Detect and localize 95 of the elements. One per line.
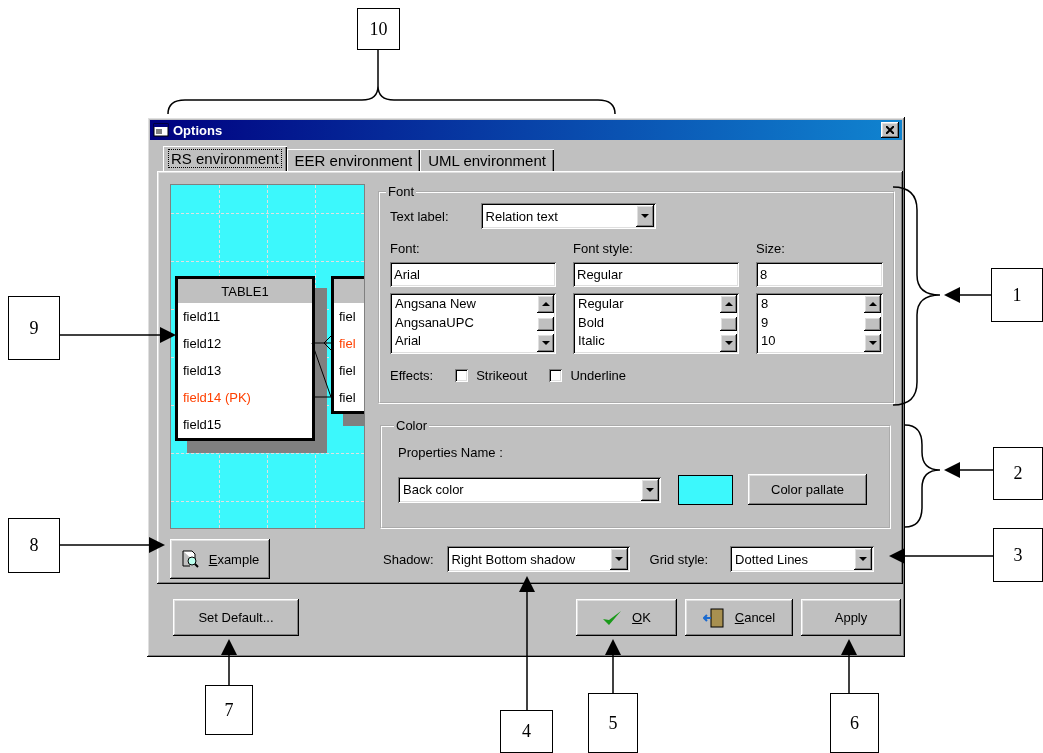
- down-triangle-icon: [614, 557, 623, 561]
- dropdown-field[interactable]: Dotted Lines: [730, 546, 875, 572]
- callout-number: 1: [991, 268, 1043, 322]
- down-triangle-icon: [868, 341, 877, 345]
- scroll-down-button[interactable]: [537, 334, 554, 352]
- field-label: Size:: [756, 241, 786, 256]
- callout-number: 3: [993, 528, 1043, 582]
- group-title: Color: [395, 418, 429, 433]
- scroll-thumb[interactable]: [537, 316, 554, 331]
- table-header: [334, 279, 364, 303]
- table-field: field14 (PK): [178, 384, 312, 411]
- list-box[interactable]: Regular Bold Italic: [573, 293, 739, 354]
- color-swatch[interactable]: [678, 474, 733, 505]
- field-label: Font style:: [573, 241, 634, 256]
- list-item[interactable]: 10: [761, 332, 864, 351]
- field-label: Grid style:: [649, 551, 709, 567]
- tab[interactable]: UML environment: [420, 149, 554, 171]
- up-triangle-icon: [724, 302, 733, 306]
- table-field: fiel: [334, 357, 364, 384]
- close-button[interactable]: [881, 122, 899, 138]
- list-item[interactable]: Regular: [578, 295, 720, 314]
- input-field[interactable]: 8: [756, 262, 883, 287]
- down-triangle-icon: [541, 341, 550, 345]
- window-icon: [153, 123, 169, 137]
- callout-number: 5: [588, 693, 638, 753]
- arrow: [841, 639, 857, 694]
- table-field: field12: [178, 330, 312, 357]
- down-triangle-icon: [859, 557, 868, 561]
- window-title: Options: [173, 122, 224, 138]
- list-item[interactable]: Bold: [578, 313, 720, 332]
- down-triangle-icon: [724, 341, 733, 345]
- callout-number: 4: [500, 710, 553, 753]
- table-field: fiel: [334, 384, 364, 411]
- scroll-up-button[interactable]: [720, 295, 737, 313]
- list-item[interactable]: 8: [761, 295, 864, 314]
- up-triangle-icon: [541, 302, 550, 306]
- callout-number: 8: [8, 518, 60, 573]
- ok-button[interactable]: OK: [576, 599, 677, 636]
- list-item[interactable]: Angsana New: [395, 295, 537, 314]
- checkbox-label: Strikeout: [476, 368, 528, 383]
- dialog-button[interactable]: Apply: [801, 599, 901, 636]
- down-triangle-icon: [640, 214, 649, 218]
- checkbox[interactable]: [549, 369, 563, 382]
- dropdown-field[interactable]: Back color: [398, 476, 661, 503]
- list-item[interactable]: 9: [761, 313, 864, 332]
- callout-number: 10: [357, 8, 400, 50]
- callout-number: 7: [205, 685, 253, 735]
- input-field[interactable]: Arial: [390, 262, 556, 287]
- list-item[interactable]: Arial: [395, 332, 537, 351]
- dropdown-field[interactable]: Right Bottom shadow: [446, 546, 630, 572]
- table-field: field15: [178, 411, 312, 438]
- list-box[interactable]: Angsana New AngsanaUPC Arial: [390, 293, 556, 354]
- checkmark-icon: [602, 608, 623, 627]
- field-label: Font:: [390, 241, 421, 256]
- tab[interactable]: EER environment: [286, 149, 421, 171]
- field-label: Properties Name :: [398, 445, 504, 460]
- field-label: Shadow:: [383, 551, 434, 567]
- callout-number: 6: [830, 693, 879, 753]
- input-field[interactable]: Regular: [573, 262, 739, 287]
- checkbox[interactable]: [455, 369, 469, 382]
- scroll-down-button[interactable]: [864, 334, 881, 352]
- cancel-button[interactable]: Cancel: [685, 599, 793, 636]
- scroll-thumb[interactable]: [720, 316, 737, 331]
- table-field: field13: [178, 357, 312, 384]
- example-button[interactable]: Example: [170, 539, 270, 579]
- door-icon: [702, 607, 725, 628]
- arrow: [221, 639, 237, 686]
- arrow: [944, 287, 992, 303]
- list-item[interactable]: Italic: [578, 332, 720, 351]
- checkbox-label: Underline: [570, 368, 627, 383]
- dialog-button[interactable]: Set Default...: [173, 599, 299, 636]
- magnifier-page-icon: [180, 550, 199, 568]
- list-item[interactable]: AngsanaUPC: [395, 313, 537, 332]
- arrow: [944, 462, 994, 478]
- field-label: Text label:: [390, 208, 449, 224]
- scroll-up-button[interactable]: [537, 295, 554, 313]
- dropdown-field[interactable]: Relation text: [480, 203, 656, 229]
- list-box[interactable]: 8 9 10: [756, 293, 883, 354]
- tab[interactable]: RS environment: [163, 146, 287, 171]
- table-title: TABLE1: [221, 283, 269, 299]
- group-title: Font: [387, 184, 415, 199]
- arrow: [605, 639, 621, 694]
- scroll-thumb[interactable]: [864, 316, 881, 331]
- up-triangle-icon: [868, 302, 877, 306]
- table-field: field11: [178, 303, 312, 330]
- table-field: fiel: [334, 303, 364, 330]
- field-label: Effects:: [390, 368, 434, 383]
- table-field: fiel: [334, 330, 364, 357]
- down-triangle-icon: [646, 487, 654, 492]
- scroll-down-button[interactable]: [720, 334, 737, 352]
- scroll-up-button[interactable]: [864, 295, 881, 313]
- color-pallate-button[interactable]: Color pallate: [748, 474, 867, 505]
- callout-number: 2: [993, 447, 1043, 500]
- close-icon: [886, 126, 894, 134]
- callout-number: 9: [8, 296, 60, 360]
